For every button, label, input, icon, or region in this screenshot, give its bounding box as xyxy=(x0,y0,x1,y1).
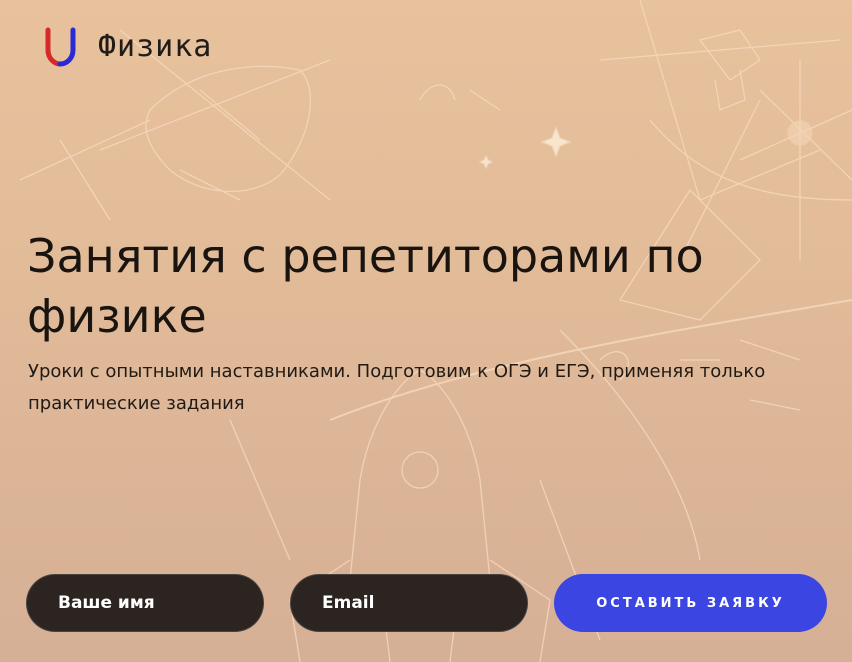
magnet-icon xyxy=(45,27,76,67)
logo-text: Физика xyxy=(98,28,213,64)
submit-request-button[interactable]: ОСТАВИТЬ ЗАЯВКУ xyxy=(554,574,827,632)
name-input[interactable]: Ваше имя xyxy=(26,574,264,632)
email-input[interactable]: Email xyxy=(290,574,528,632)
page-title: Занятия с репетиторами по физике xyxy=(27,229,704,343)
page-subtitle: Уроки с опытными наставниками. Подготови… xyxy=(28,361,766,414)
site-logo[interactable]: Физика xyxy=(40,24,212,68)
